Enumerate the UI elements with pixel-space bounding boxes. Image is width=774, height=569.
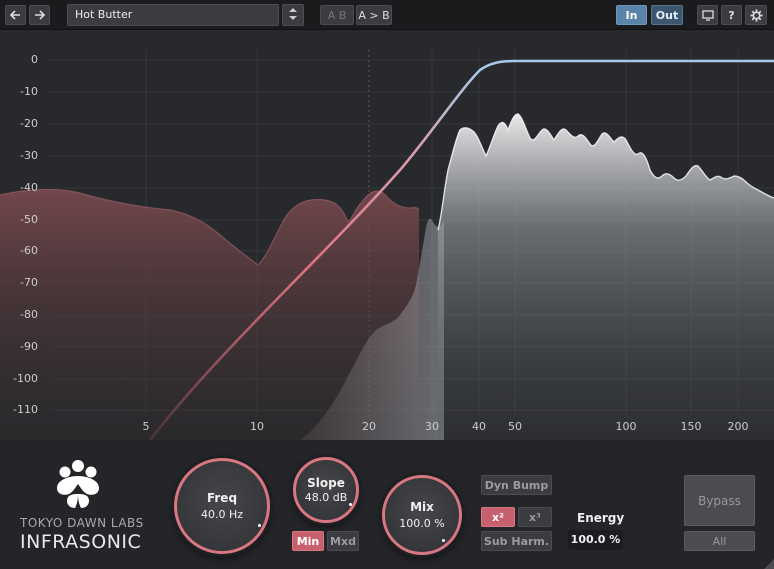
x-tick-label: 40 bbox=[472, 420, 486, 433]
y-tick-label: -100 bbox=[13, 372, 38, 385]
monitor-icon bbox=[701, 9, 714, 21]
y-tick-label: -90 bbox=[20, 340, 38, 353]
freq-knob-label: Freq bbox=[206, 491, 238, 505]
preset-stepper[interactable] bbox=[282, 4, 304, 26]
flower-logo-icon bbox=[57, 460, 99, 508]
product-name: INFRASONIC bbox=[20, 531, 142, 553]
arrow-left-icon bbox=[10, 10, 20, 20]
min-phase-button[interactable]: Min bbox=[292, 531, 324, 551]
x-tick-label: 10 bbox=[250, 420, 264, 433]
x2-harmonic-button[interactable]: x² bbox=[481, 507, 515, 527]
freq-knob[interactable]: Freq 40.0 Hz bbox=[174, 458, 270, 554]
x3-harmonic-button[interactable]: x³ bbox=[518, 507, 552, 527]
output-meter-button[interactable]: Out bbox=[651, 5, 683, 25]
x-tick-label: 100 bbox=[615, 420, 637, 433]
x-tick-label: 50 bbox=[508, 420, 522, 433]
y-tick-label: -10 bbox=[20, 85, 38, 98]
frequency-graph[interactable]: 0 -10 -20 -30 -40 -50 -60 -70 -80 -90 -1… bbox=[0, 30, 774, 440]
y-tick-label: -110 bbox=[13, 403, 38, 416]
settings-button[interactable] bbox=[745, 5, 767, 25]
help-button[interactable]: ? bbox=[721, 5, 742, 25]
spectrum-display bbox=[0, 50, 774, 440]
bypass-all-button[interactable]: All bbox=[684, 531, 755, 551]
x-tick-label: 200 bbox=[727, 420, 749, 433]
y-tick-label: -40 bbox=[20, 181, 38, 194]
y-tick-label: -80 bbox=[20, 308, 38, 321]
x-tick-label: 30 bbox=[425, 420, 439, 433]
a-to-b-button[interactable]: A > B bbox=[356, 5, 392, 25]
resize-grip-icon[interactable] bbox=[764, 559, 774, 569]
x-tick-label: 150 bbox=[680, 420, 702, 433]
slope-knob[interactable]: Slope 48.0 dB bbox=[293, 457, 359, 523]
x-tick-label: 5 bbox=[142, 420, 150, 433]
slope-knob-value: 48.0 dB bbox=[304, 491, 348, 504]
mixed-phase-button[interactable]: Mxd bbox=[327, 531, 359, 551]
mix-knob-value: 100.0 % bbox=[399, 517, 445, 530]
mix-knob-indicator bbox=[442, 539, 445, 542]
y-tick-label: -50 bbox=[20, 213, 38, 226]
x-tick-label: 20 bbox=[362, 420, 376, 433]
up-down-icon bbox=[289, 8, 297, 20]
slope-knob-indicator bbox=[349, 503, 352, 506]
input-meter-button[interactable]: In bbox=[616, 5, 647, 25]
forward-button[interactable] bbox=[29, 5, 50, 25]
y-tick-label: -20 bbox=[20, 117, 38, 130]
top-toolbar: Hot Butter A B A > B In Out ? bbox=[0, 0, 774, 30]
energy-value-field[interactable]: 100.0 % bbox=[568, 530, 623, 550]
freq-knob-value: 40.0 Hz bbox=[200, 508, 244, 521]
energy-label: Energy bbox=[577, 511, 625, 525]
mix-knob[interactable]: Mix 100.0 % bbox=[382, 475, 462, 555]
bypass-button[interactable]: Bypass bbox=[684, 475, 755, 526]
y-tick-label: -70 bbox=[20, 276, 38, 289]
freq-knob-indicator bbox=[258, 524, 261, 527]
ab-button[interactable]: A B bbox=[320, 5, 354, 25]
back-button[interactable] bbox=[5, 5, 26, 25]
company-name: TOKYO DAWN LABS bbox=[20, 516, 144, 530]
output-spectrum bbox=[438, 114, 774, 440]
y-tick-label: -30 bbox=[20, 149, 38, 162]
slope-knob-label: Slope bbox=[307, 476, 345, 490]
gear-icon bbox=[750, 9, 762, 21]
mix-knob-label: Mix bbox=[410, 500, 434, 514]
sub-harmonics-button[interactable]: Sub Harm. bbox=[481, 531, 552, 551]
arrow-right-icon bbox=[35, 10, 45, 20]
y-tick-label: 0 bbox=[31, 53, 38, 66]
dyn-bump-button[interactable]: Dyn Bump bbox=[481, 475, 552, 495]
display-button[interactable] bbox=[697, 5, 718, 25]
preset-selector[interactable]: Hot Butter bbox=[67, 4, 279, 26]
y-tick-label: -60 bbox=[20, 244, 38, 257]
